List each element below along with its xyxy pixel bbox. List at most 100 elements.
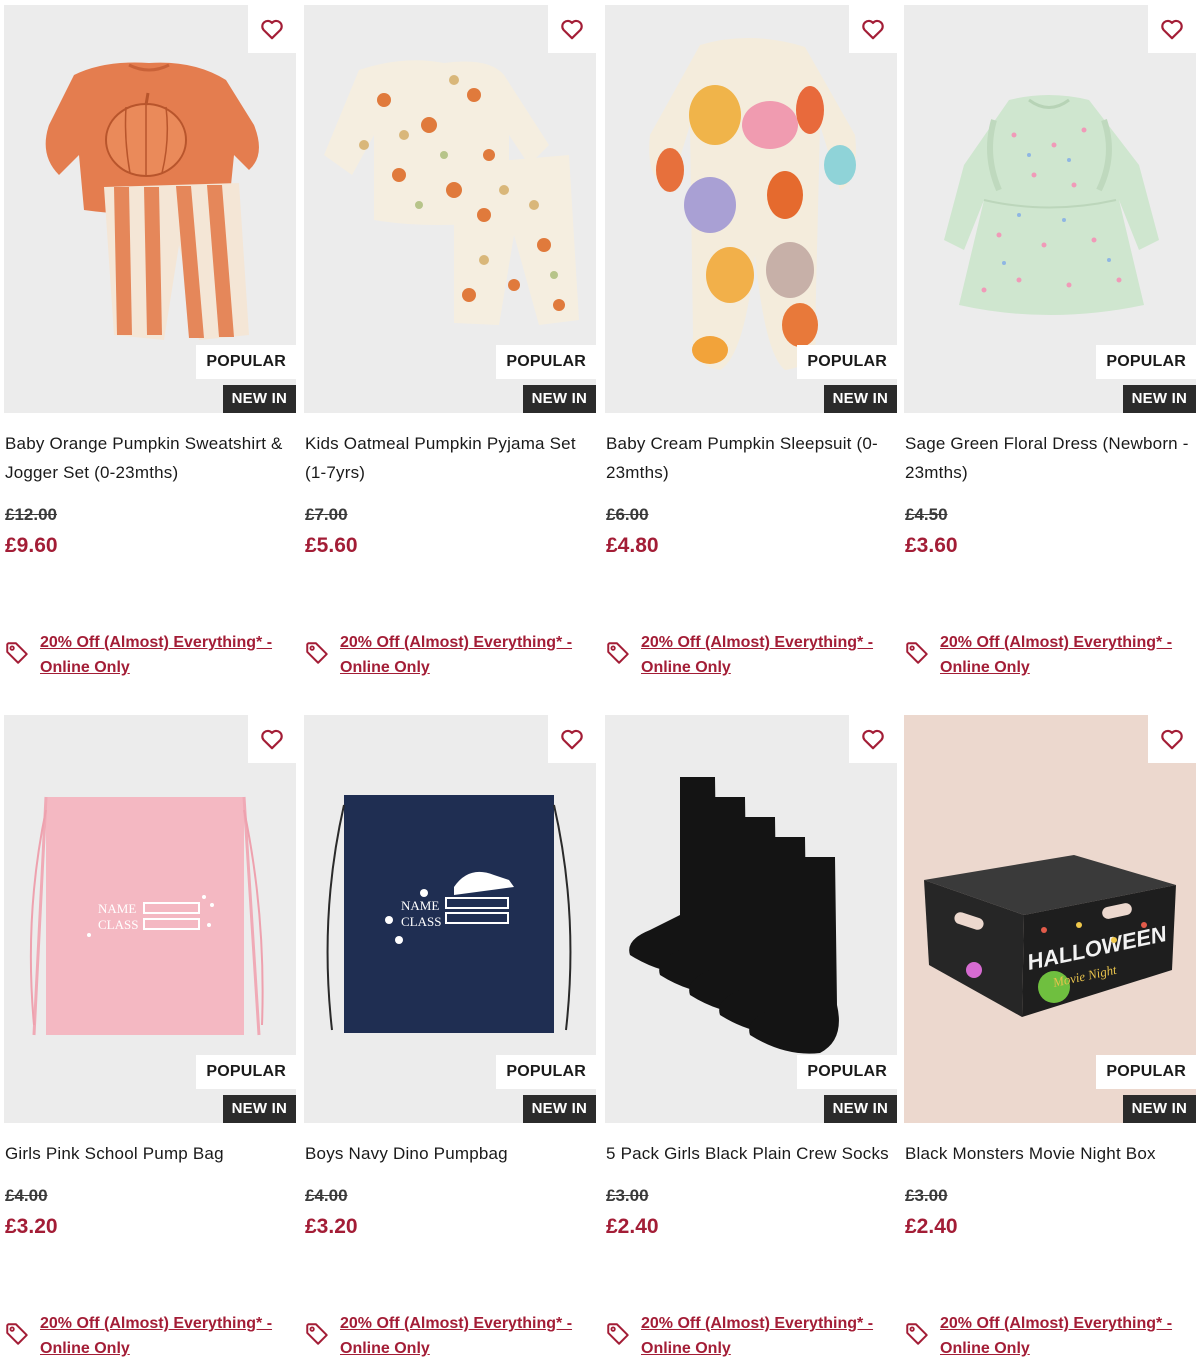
heart-icon [1161,19,1183,40]
product-image[interactable]: POPULAR NEW IN [605,5,897,413]
product-title[interactable]: Kids Oatmeal Pumpkin Pyjama Set (1-7yrs) [305,429,595,487]
wishlist-heart-button[interactable] [248,5,296,53]
bag-name-label: NAME [401,898,439,913]
price-tag-icon [607,1323,629,1345]
now-price: £3.20 [5,1215,58,1238]
new-in-badge: NEW IN [1122,385,1196,413]
product-card[interactable]: POPULAR NEW IN Sage Green Floral Dress (… [904,5,1196,676]
product-title[interactable]: Girls Pink School Pump Bag [5,1139,295,1168]
product-image[interactable]: POPULAR NEW IN [304,5,596,413]
price-tag-icon [6,642,28,664]
promo-link[interactable]: 20% Off (Almost) Everything* - Online On… [940,1311,1196,1361]
product-card[interactable]: NAME CLASS POPULAR NEW IN Boys Navy Dino… [304,715,596,1357]
new-in-badge: NEW IN [222,385,296,413]
bag-class-label: CLASS [401,914,441,929]
popular-badge: POPULAR [496,345,596,379]
price-tag-icon [6,1323,28,1345]
heart-icon [561,19,583,40]
heart-icon [1161,729,1183,750]
now-price: £9.60 [5,534,58,557]
wishlist-heart-button[interactable] [849,5,897,53]
product-title[interactable]: Boys Navy Dino Pumpbag [305,1139,595,1168]
heart-icon [862,19,884,40]
promo-offer: 20% Off (Almost) Everything* - Online On… [605,630,897,680]
promo-link[interactable]: 20% Off (Almost) Everything* - Online On… [940,630,1196,680]
now-price: £2.40 [905,1215,958,1238]
now-price: £2.40 [606,1215,659,1238]
product-card[interactable]: POPULAR NEW IN 5 Pack Girls Black Plain … [605,715,897,1357]
price-tag-icon [906,642,928,664]
promo-link[interactable]: 20% Off (Almost) Everything* - Online On… [641,1311,897,1361]
was-price: £3.00 [905,1186,948,1205]
product-image[interactable]: NAME CLASS POPULAR NEW IN [304,715,596,1123]
price-tag-icon [906,1323,928,1345]
price-tag-icon [607,642,629,664]
now-price: £3.20 [305,1215,358,1238]
product-image[interactable]: HALLOWEEN Movie Night POPULAR NEW IN [904,715,1196,1123]
wishlist-heart-button[interactable] [1148,715,1196,763]
promo-offer: 20% Off (Almost) Everything* - Online On… [605,1311,897,1361]
product-image[interactable]: NAME CLASS POPULAR NEW IN [4,715,296,1123]
new-in-badge: NEW IN [522,1095,596,1123]
product-title[interactable]: Sage Green Floral Dress (Newborn - 23mth… [905,429,1195,487]
was-price: £4.50 [905,505,948,524]
popular-badge: POPULAR [1096,345,1196,379]
heart-icon [261,729,283,750]
product-title[interactable]: 5 Pack Girls Black Plain Crew Socks [606,1139,896,1168]
product-title[interactable]: Baby Cream Pumpkin Sleepsuit (0-23mths) [606,429,896,487]
new-in-badge: NEW IN [222,1095,296,1123]
promo-link[interactable]: 20% Off (Almost) Everything* - Online On… [340,1311,596,1361]
heart-icon [561,729,583,750]
popular-badge: POPULAR [196,1055,296,1089]
wishlist-heart-button[interactable] [248,715,296,763]
heart-icon [862,729,884,750]
promo-offer: 20% Off (Almost) Everything* - Online On… [4,630,296,680]
product-card[interactable]: POPULAR NEW IN Baby Orange Pumpkin Sweat… [4,5,296,676]
product-image[interactable]: POPULAR NEW IN [605,715,897,1123]
promo-offer: 20% Off (Almost) Everything* - Online On… [904,1311,1196,1361]
product-title[interactable]: Baby Orange Pumpkin Sweatshirt & Jogger … [5,429,295,487]
product-image[interactable]: POPULAR NEW IN [4,5,296,413]
promo-link[interactable]: 20% Off (Almost) Everything* - Online On… [40,1311,296,1361]
bag-name-label: NAME [98,901,136,916]
wishlist-heart-button[interactable] [849,715,897,763]
was-price: £6.00 [606,505,649,524]
promo-offer: 20% Off (Almost) Everything* - Online On… [304,1311,596,1361]
product-title[interactable]: Black Monsters Movie Night Box [905,1139,1195,1168]
promo-offer: 20% Off (Almost) Everything* - Online On… [304,630,596,680]
now-price: £5.60 [305,534,358,557]
popular-badge: POPULAR [1096,1055,1196,1089]
was-price: £7.00 [305,505,348,524]
now-price: £4.80 [606,534,659,557]
wishlist-heart-button[interactable] [1148,5,1196,53]
price-tag-icon [306,1323,328,1345]
popular-badge: POPULAR [496,1055,596,1089]
product-card[interactable]: POPULAR NEW IN Kids Oatmeal Pumpkin Pyja… [304,5,596,676]
new-in-badge: NEW IN [823,385,897,413]
price-tag-icon [306,642,328,664]
wishlist-heart-button[interactable] [548,715,596,763]
heart-icon [261,19,283,40]
wishlist-heart-button[interactable] [548,5,596,53]
bag-class-label: CLASS [98,917,138,932]
promo-link[interactable]: 20% Off (Almost) Everything* - Online On… [40,630,296,680]
product-grid: POPULAR NEW IN Baby Orange Pumpkin Sweat… [0,0,1200,1363]
popular-badge: POPULAR [797,1055,897,1089]
new-in-badge: NEW IN [1122,1095,1196,1123]
promo-link[interactable]: 20% Off (Almost) Everything* - Online On… [340,630,596,680]
was-price: £12.00 [5,505,57,524]
was-price: £4.00 [305,1186,348,1205]
new-in-badge: NEW IN [823,1095,897,1123]
product-card[interactable]: NAME CLASS POPULAR NEW IN Girls Pink Sch… [4,715,296,1357]
product-image[interactable]: POPULAR NEW IN [904,5,1196,413]
promo-offer: 20% Off (Almost) Everything* - Online On… [904,630,1196,680]
product-card[interactable]: HALLOWEEN Movie Night POPULAR NEW IN Bla… [904,715,1196,1357]
product-card[interactable]: POPULAR NEW IN Baby Cream Pumpkin Sleeps… [605,5,897,676]
promo-link[interactable]: 20% Off (Almost) Everything* - Online On… [641,630,897,680]
was-price: £4.00 [5,1186,48,1205]
promo-offer: 20% Off (Almost) Everything* - Online On… [4,1311,296,1361]
was-price: £3.00 [606,1186,649,1205]
now-price: £3.60 [905,534,958,557]
popular-badge: POPULAR [196,345,296,379]
popular-badge: POPULAR [797,345,897,379]
